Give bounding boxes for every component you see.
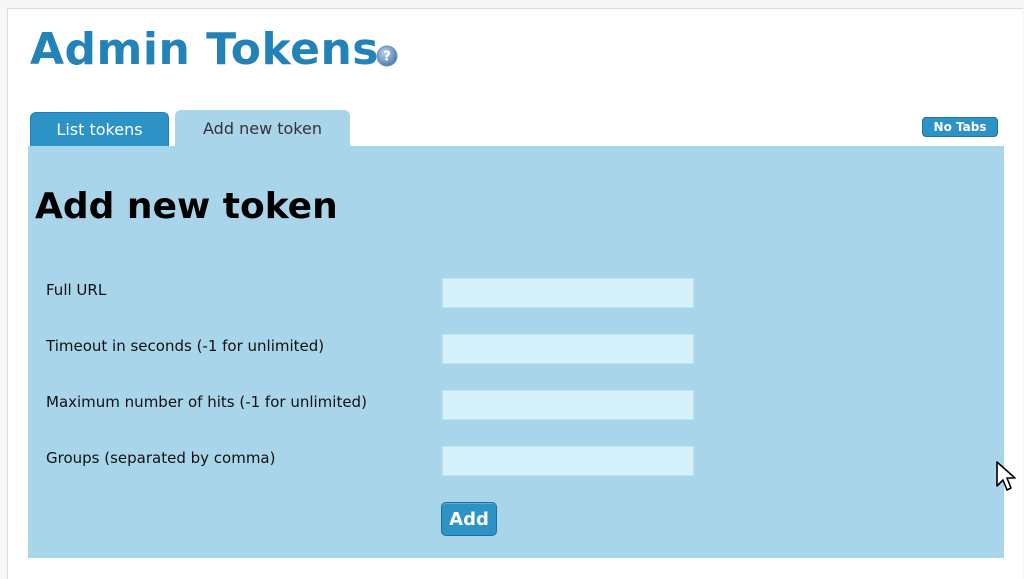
svg-text:?: ? [383,50,391,65]
mouse-pointer-icon [994,460,1020,494]
form-heading: Add new token [35,186,338,227]
add-button[interactable]: Add [441,502,497,536]
form-row-max-hits: Maximum number of hits (-1 for unlimited… [28,390,1004,422]
full-url-input[interactable] [442,278,694,308]
groups-label: Groups (separated by comma) [46,449,276,467]
page-title: Admin Tokens [30,24,379,75]
tab-list-tokens[interactable]: List tokens [30,112,169,146]
no-tabs-button[interactable]: No Tabs [922,117,998,137]
timeout-input[interactable] [442,334,694,364]
tab-add-new-token[interactable]: Add new token [175,110,350,146]
add-token-panel: Add new token Full URL Timeout in second… [28,146,1004,558]
full-url-label: Full URL [46,281,107,299]
tab-label: Add new token [203,118,322,138]
form-row-timeout: Timeout in seconds (-1 for unlimited) [28,334,1004,366]
form-row-full-url: Full URL [28,278,1004,310]
max-hits-input[interactable] [442,390,694,420]
groups-input[interactable] [442,446,694,476]
timeout-label: Timeout in seconds (-1 for unlimited) [46,337,325,355]
form-row-groups: Groups (separated by comma) [28,446,1004,478]
tab-label: List tokens [56,120,143,139]
help-icon[interactable]: ? [376,45,398,67]
max-hits-label: Maximum number of hits (-1 for unlimited… [46,393,367,411]
